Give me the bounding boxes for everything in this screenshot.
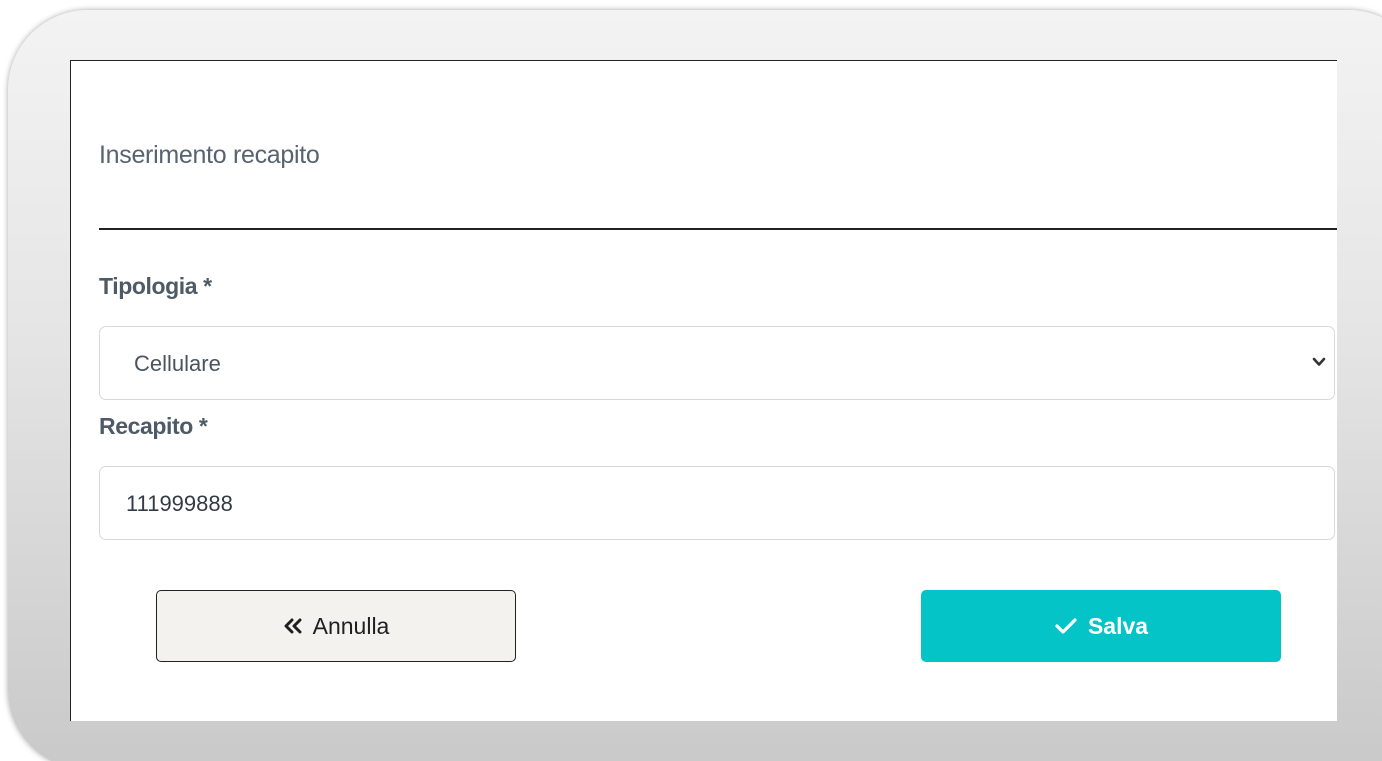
recapito-value: 111999888: [126, 491, 233, 516]
tipologia-select[interactable]: Cellulare: [99, 326, 1335, 400]
recapito-label: Recapito *: [99, 413, 208, 439]
check-icon: [1055, 618, 1077, 634]
salva-button-label: Salva: [1087, 612, 1149, 639]
screenshot-frame: Inserimento recapito Tipologia * Cellula…: [0, 0, 1382, 761]
tipologia-label: Tipologia *: [99, 273, 212, 299]
recapito-input[interactable]: 111999888: [99, 466, 1335, 540]
page-title: Inserimento recapito: [99, 141, 320, 169]
salva-button[interactable]: Salva: [921, 590, 1281, 662]
double-chevron-left-icon: [284, 618, 302, 634]
title-divider: [99, 228, 1337, 230]
chevron-down-icon: [1312, 357, 1326, 366]
annulla-button[interactable]: Annulla: [156, 590, 516, 662]
contact-form-panel: Inserimento recapito Tipologia * Cellula…: [70, 60, 1337, 721]
tipologia-selected-value: Cellulare: [134, 351, 221, 376]
annulla-button-label: Annulla: [312, 612, 390, 639]
